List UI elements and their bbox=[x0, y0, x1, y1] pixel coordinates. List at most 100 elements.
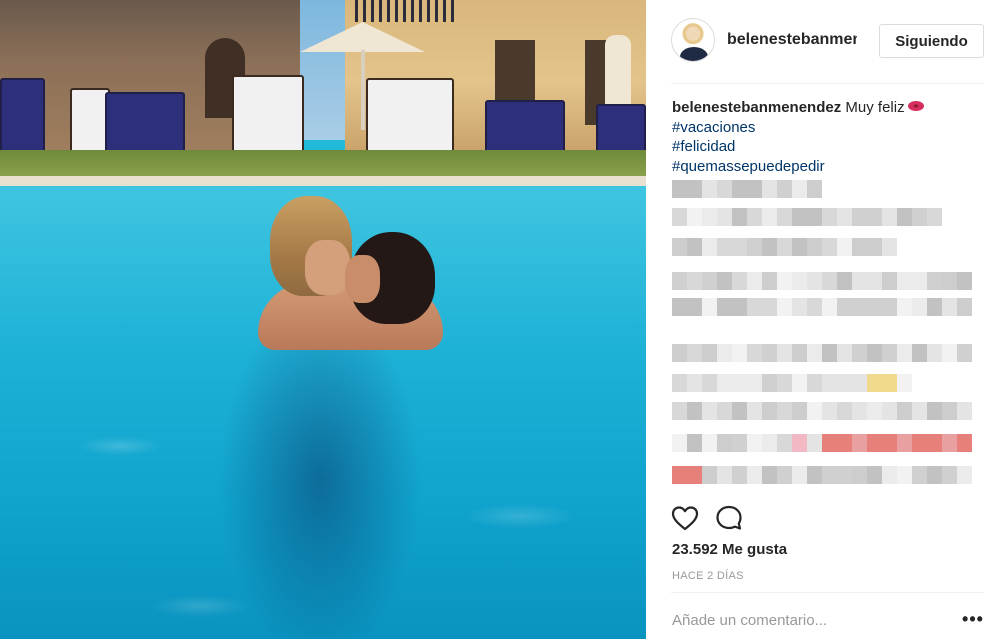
pixel-cell bbox=[882, 374, 897, 392]
pixel-cell bbox=[777, 298, 792, 316]
pixel-cell bbox=[882, 434, 897, 452]
comment-bubble-icon[interactable] bbox=[714, 503, 744, 533]
pixelated-comment-row bbox=[672, 344, 972, 362]
pixel-cell bbox=[912, 434, 927, 452]
pixel-cell bbox=[777, 180, 792, 198]
pixel-cell bbox=[867, 402, 882, 420]
pixel-cell bbox=[687, 402, 702, 420]
pixel-cell bbox=[777, 374, 792, 392]
pixel-cell bbox=[747, 298, 762, 316]
pixel-cell bbox=[942, 298, 957, 316]
pixel-cell bbox=[747, 208, 762, 226]
pixel-cell bbox=[687, 180, 702, 198]
heart-icon[interactable] bbox=[670, 503, 700, 533]
pixel-cell bbox=[942, 466, 957, 484]
pixel-cell bbox=[882, 238, 897, 256]
pixel-cell bbox=[702, 374, 717, 392]
pixel-cell bbox=[702, 272, 717, 290]
pixel-cell bbox=[792, 344, 807, 362]
following-button[interactable]: Siguiendo bbox=[879, 24, 984, 58]
pixel-cell bbox=[777, 434, 792, 452]
pixel-cell bbox=[957, 272, 972, 290]
pixel-cell bbox=[882, 402, 897, 420]
pixel-cell bbox=[807, 466, 822, 484]
pixel-cell bbox=[792, 298, 807, 316]
pixel-cell bbox=[792, 434, 807, 452]
pixel-cell bbox=[687, 272, 702, 290]
pixel-cell bbox=[822, 466, 837, 484]
hashtag-link[interactable]: #felicidad bbox=[672, 137, 990, 157]
pixel-cell bbox=[852, 466, 867, 484]
pixel-cell bbox=[762, 272, 777, 290]
pixel-cell bbox=[807, 374, 822, 392]
likes-count[interactable]: 23.592 Me gusta bbox=[672, 541, 787, 558]
header-divider bbox=[671, 83, 984, 84]
pixel-cell bbox=[807, 180, 822, 198]
pixel-cell bbox=[837, 434, 852, 452]
more-options-icon[interactable]: ••• bbox=[962, 608, 984, 630]
pixel-cell bbox=[807, 238, 822, 256]
hashtag-link[interactable]: #vacaciones bbox=[672, 118, 990, 138]
pixel-cell bbox=[717, 238, 732, 256]
pixel-cell bbox=[702, 238, 717, 256]
pixel-cell bbox=[942, 402, 957, 420]
pixel-cell bbox=[732, 208, 747, 226]
pixel-cell bbox=[807, 272, 822, 290]
hashtag-link[interactable]: #quemassepuedepedir bbox=[672, 157, 990, 177]
pixel-cell bbox=[702, 402, 717, 420]
pixel-cell bbox=[912, 298, 927, 316]
pixel-cell bbox=[732, 298, 747, 316]
header-username[interactable]: belenestebanmenendez bbox=[727, 31, 857, 51]
post-photo[interactable] bbox=[0, 0, 646, 639]
pixel-cell bbox=[912, 466, 927, 484]
pixel-cell bbox=[807, 208, 822, 226]
pixel-cell bbox=[672, 374, 687, 392]
pixel-cell bbox=[957, 402, 972, 420]
pixel-cell bbox=[777, 466, 792, 484]
pixel-cell bbox=[897, 272, 912, 290]
pixel-cell bbox=[882, 466, 897, 484]
kiss-lips-icon bbox=[907, 101, 924, 111]
photo-reflection bbox=[170, 340, 470, 639]
pixel-cell bbox=[702, 298, 717, 316]
pixel-cell bbox=[747, 374, 762, 392]
pixel-cell bbox=[867, 272, 882, 290]
pixel-cell bbox=[807, 402, 822, 420]
pixel-cell bbox=[717, 402, 732, 420]
pixel-cell bbox=[702, 208, 717, 226]
pixel-cell bbox=[732, 180, 747, 198]
pixel-cell bbox=[777, 238, 792, 256]
pixel-cell bbox=[882, 208, 897, 226]
avatar-figure bbox=[680, 47, 708, 61]
pixelated-comment-row bbox=[672, 238, 897, 256]
pixel-cell bbox=[807, 434, 822, 452]
post-timestamp[interactable]: HACE 2 DÍAS bbox=[672, 570, 744, 582]
pixel-cell bbox=[762, 298, 777, 316]
pixel-cell bbox=[687, 374, 702, 392]
pixel-cell bbox=[897, 344, 912, 362]
pixel-cell bbox=[882, 344, 897, 362]
pixel-cell bbox=[867, 344, 882, 362]
pixel-cell bbox=[747, 180, 762, 198]
pixel-cell bbox=[957, 466, 972, 484]
caption-username[interactable]: belenestebanmenendez bbox=[672, 99, 841, 116]
pixel-cell bbox=[687, 238, 702, 256]
profile-avatar[interactable] bbox=[671, 18, 715, 62]
pixel-cell bbox=[702, 180, 717, 198]
pixelated-comment-row bbox=[672, 402, 972, 420]
pixel-cell bbox=[732, 238, 747, 256]
pixel-cell bbox=[687, 344, 702, 362]
pixel-cell bbox=[687, 466, 702, 484]
pixel-cell bbox=[897, 402, 912, 420]
pixel-cell bbox=[822, 238, 837, 256]
post-side-panel: belenestebanmenendez Siguiendo beleneste… bbox=[646, 0, 1000, 639]
pixel-cell bbox=[762, 434, 777, 452]
pixel-cell bbox=[672, 344, 687, 362]
pixel-cell bbox=[672, 402, 687, 420]
pixel-cell bbox=[882, 272, 897, 290]
pixel-cell bbox=[777, 208, 792, 226]
pixel-cell bbox=[852, 238, 867, 256]
pixel-cell bbox=[822, 434, 837, 452]
comment-input[interactable] bbox=[672, 608, 932, 632]
pixel-cell bbox=[927, 298, 942, 316]
